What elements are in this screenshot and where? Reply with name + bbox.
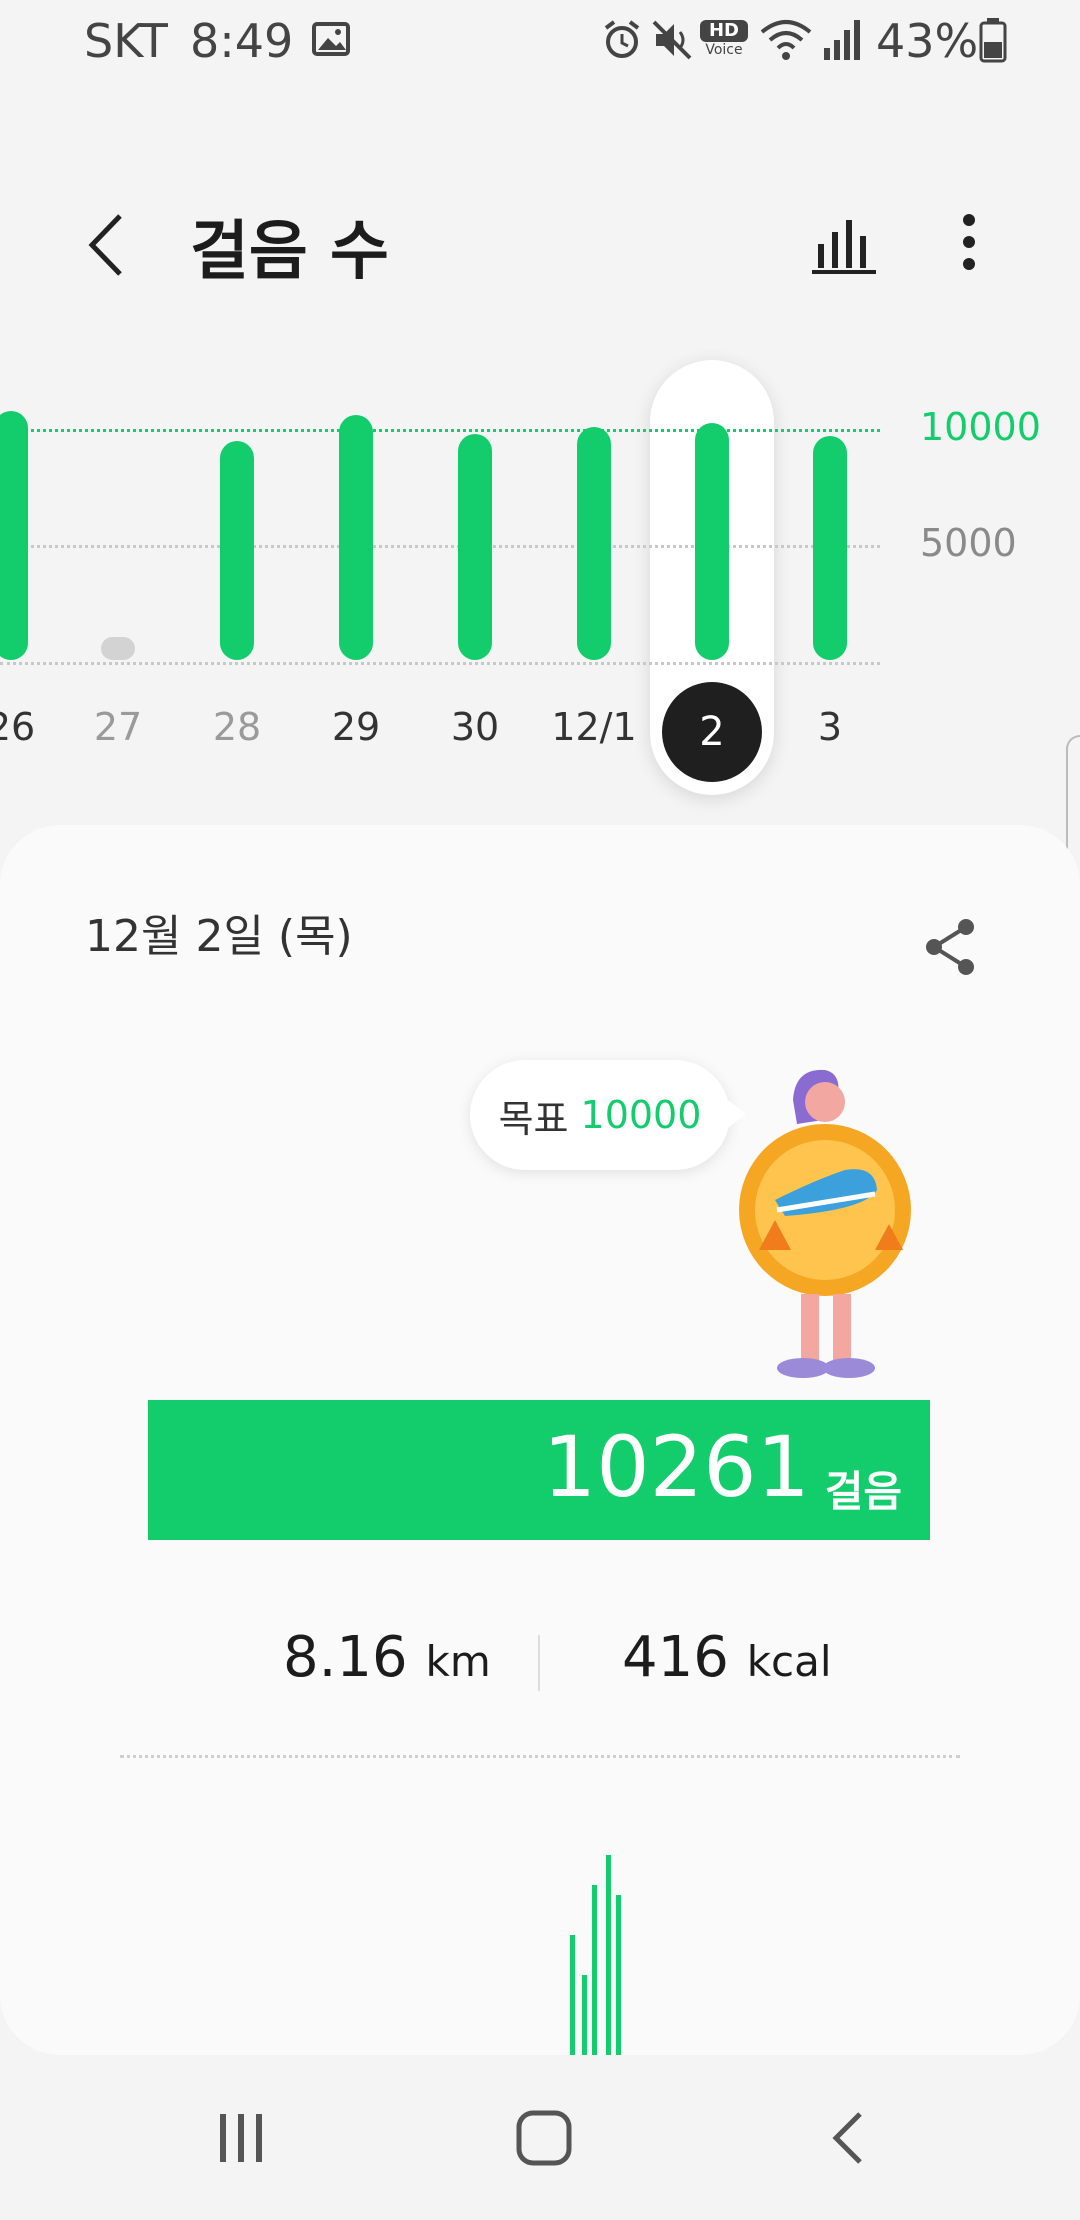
y-tick-label: 5000 [920, 520, 1017, 565]
daily-steps-chart[interactable]: 10000 5000 262728293012/1 23 [0, 360, 1080, 800]
y-tick-label: 10000 [920, 405, 1041, 450]
bar-chart-icon[interactable] [812, 210, 882, 274]
day-bar-30[interactable] [458, 433, 492, 660]
chevron-left-icon[interactable] [82, 210, 128, 280]
x-tick-label[interactable]: 27 [63, 705, 173, 749]
x-tick-label[interactable]: 26 [0, 705, 66, 749]
mid-gridline [0, 544, 880, 548]
steps-count: 10261 [542, 1418, 810, 1516]
recents-icon[interactable] [216, 2110, 268, 2166]
battery-percent: 43% [876, 14, 979, 68]
x-tick-label-selected[interactable]: 2 [662, 682, 762, 782]
selected-date: 12월 2일 (목) [85, 911, 353, 962]
page-title: 걸음 수 [190, 215, 389, 289]
goal-gridline [0, 429, 880, 433]
x-tick-label[interactable]: 29 [301, 705, 411, 749]
mute-icon [652, 20, 692, 60]
baseline-gridline [0, 662, 880, 665]
more-vert-icon[interactable] [956, 210, 982, 274]
navigation-bar [0, 2080, 1080, 2220]
clock: 8:49 [190, 14, 294, 68]
hourly-bar [582, 1975, 587, 2055]
distance-value: 8.16 [283, 1625, 408, 1690]
distance-metric: 8.16 km [283, 1625, 491, 1690]
share-icon[interactable] [922, 917, 978, 977]
x-tick-label[interactable]: 30 [420, 705, 530, 749]
day-bar-29[interactable] [339, 415, 373, 660]
goal-label: 목표 [498, 1096, 569, 1141]
app-header: 걸음 수 [0, 180, 1080, 310]
status-bar: SKT 8:49 HD Voice 43% [0, 0, 1080, 90]
hourly-steps-chart[interactable] [560, 1855, 660, 2055]
calories-unit: kcal [746, 1637, 832, 1686]
hourly-bar [592, 1885, 597, 2055]
steps-unit: 걸음 [824, 1467, 902, 1516]
steps-progress-bar: 10261 걸음 [148, 1400, 930, 1540]
day-bar-27[interactable] [101, 636, 135, 660]
signal-icon [824, 20, 860, 60]
hd-label: HD [700, 20, 748, 42]
distance-unit: km [425, 1637, 491, 1686]
x-tick-label[interactable]: 28 [182, 705, 292, 749]
section-divider [120, 1755, 960, 1758]
calories-value: 416 [622, 1625, 729, 1690]
day-bar-3[interactable] [813, 436, 847, 660]
day-bar-28[interactable] [220, 440, 254, 660]
home-icon[interactable] [514, 2108, 574, 2168]
hourly-bar [570, 1935, 575, 2055]
image-icon [312, 22, 350, 56]
goal-bubble: 목표 10000 [470, 1060, 746, 1170]
x-tick-label[interactable]: 3 [775, 705, 885, 749]
hourly-bar [616, 1895, 621, 2055]
hd-voice-icon: HD Voice [700, 20, 748, 60]
carrier: SKT [84, 14, 168, 68]
day-bar-2[interactable] [695, 423, 729, 660]
goal-achieved-illustration [739, 1069, 911, 1378]
day-bar-12-1[interactable] [577, 426, 611, 660]
voice-label: Voice [705, 42, 743, 58]
battery-icon [979, 18, 1007, 63]
calories-metric: 416 kcal [622, 1625, 832, 1690]
back-icon[interactable] [828, 2110, 868, 2166]
day-bar-26[interactable] [0, 410, 28, 660]
x-tick-label[interactable]: 12/1 [539, 705, 649, 749]
day-summary-card: 12월 2일 (목) 목표 10000 10261 걸음 8.16 km 416… [0, 825, 1080, 2055]
alarm-icon [604, 20, 640, 58]
hourly-bar [606, 1855, 611, 2055]
metric-divider [538, 1635, 540, 1691]
goal-value: 10000 [580, 1093, 702, 1137]
wifi-icon [760, 20, 812, 60]
